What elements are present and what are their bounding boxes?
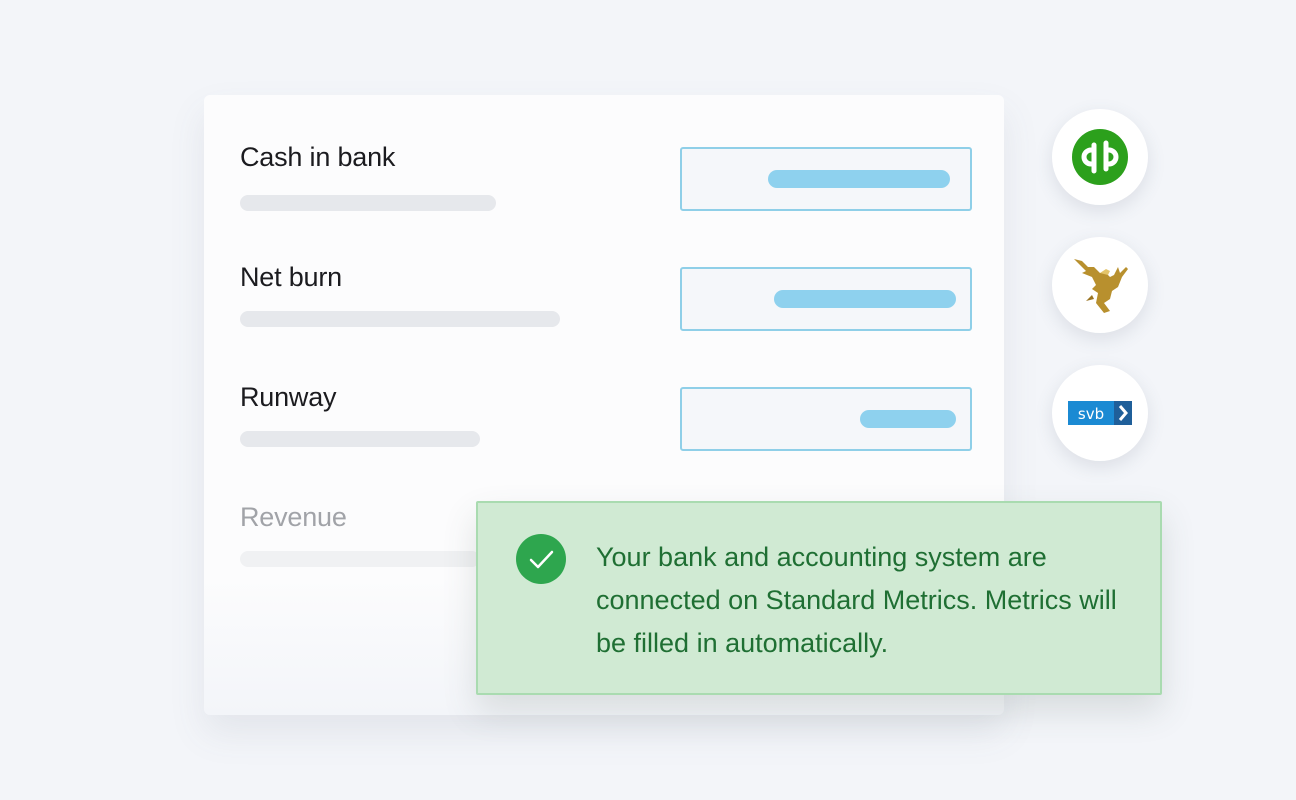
quickbooks-logo-icon [1072, 129, 1128, 185]
metric-description-placeholder [240, 195, 496, 211]
metric-description-placeholder [240, 551, 480, 567]
net-burn-value-field[interactable] [680, 267, 972, 331]
notice-message: Your bank and accounting system are conn… [596, 542, 1117, 658]
value-placeholder-bar [774, 290, 956, 308]
metric-label-cash-in-bank: Cash in bank [240, 142, 396, 172]
check-circle-icon [516, 534, 566, 584]
eagle-logo-icon [1074, 259, 1128, 313]
runway-value-field[interactable] [680, 387, 972, 451]
quickbooks-integration[interactable] [1052, 109, 1148, 205]
metric-label-revenue: Revenue [240, 502, 347, 532]
connection-success-notice: Your bank and accounting system are conn… [476, 501, 1162, 695]
value-placeholder-bar [768, 170, 950, 188]
cash-in-bank-value-field[interactable] [680, 147, 972, 211]
svb-integration[interactable]: svb [1052, 365, 1148, 461]
metric-description-placeholder [240, 431, 480, 447]
svb-logo-text: svb [1078, 405, 1104, 423]
value-placeholder-bar [860, 410, 956, 428]
metric-label-net-burn: Net burn [240, 262, 342, 292]
metric-description-placeholder [240, 311, 560, 327]
svb-logo-icon: svb [1068, 401, 1132, 425]
eagle-bank-integration[interactable] [1052, 237, 1148, 333]
metric-label-runway: Runway [240, 382, 337, 412]
